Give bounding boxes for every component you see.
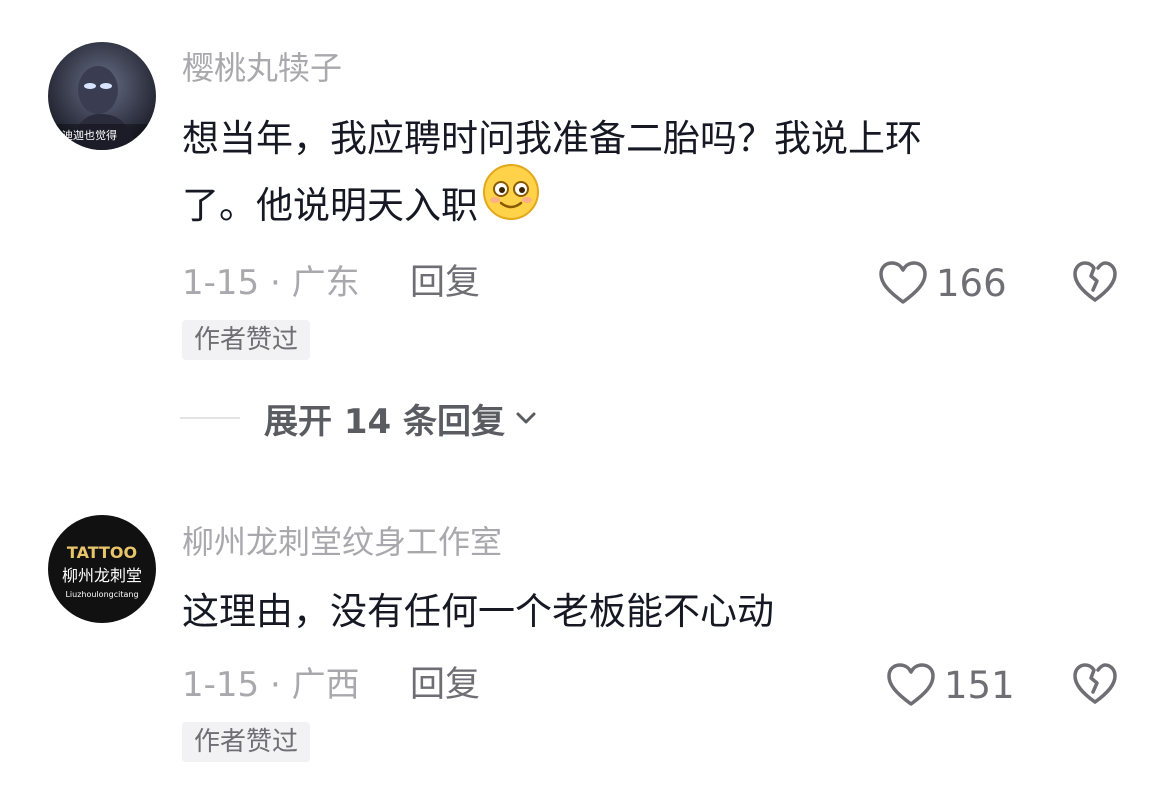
reply-button[interactable]: 回复 xyxy=(410,665,480,705)
avatar-image: 迪迦也觉得 xyxy=(48,42,156,150)
dislike-button[interactable] xyxy=(1072,260,1118,308)
comment-text-line-2: 了。他说明天入职 xyxy=(182,164,1082,242)
expand-replies-label: 展开 14 条回复 xyxy=(264,401,505,442)
comment-text: 想当年，我应聘时问我准备二胎吗？我说上环 了。他说明天入职 xyxy=(182,105,1082,242)
avatar-caption: 迪迦也觉得 xyxy=(62,129,117,142)
author-liked-badge: 作者赞过 xyxy=(182,320,311,360)
avatar-image: TATTOO 柳州龙刺堂 Liuzhoulongcitang xyxy=(48,515,156,623)
expand-replies-button[interactable]: 展开 14 条回复 xyxy=(180,396,537,442)
avatar-pinyin-text: Liuzhoulongcitang xyxy=(65,590,138,599)
heart-outline-icon xyxy=(879,261,927,304)
comment-text-line-2-text: 了。他说明天入职 xyxy=(182,184,478,227)
smiling-face-emoji-icon xyxy=(482,163,540,242)
chevron-down-icon xyxy=(516,412,536,424)
author-liked-badge: 作者赞过 xyxy=(182,722,311,762)
comment-date-location: 1-15 · 广东 xyxy=(182,263,360,303)
comment-text-line-1: 想当年，我应聘时问我准备二胎吗？我说上环 xyxy=(182,117,922,160)
broken-heart-icon xyxy=(1073,261,1117,302)
username[interactable]: 樱桃丸犊子 xyxy=(182,48,342,88)
dislike-button[interactable] xyxy=(1072,662,1118,710)
avatar[interactable]: 迪迦也觉得 xyxy=(48,42,156,150)
comment-text: 这理由，没有任何一个老板能不心动 xyxy=(182,578,1082,645)
reply-button[interactable]: 回复 xyxy=(410,263,480,303)
like-button[interactable]: 166 xyxy=(878,260,1007,306)
like-button[interactable]: 151 xyxy=(886,662,1015,708)
broken-heart-icon xyxy=(1073,663,1117,704)
username[interactable]: 柳州龙刺堂纹身工作室 xyxy=(182,522,502,562)
divider-line xyxy=(180,417,240,419)
avatar-tattoo-text: TATTOO xyxy=(67,543,137,562)
heart-outline-icon xyxy=(887,663,935,706)
comment-date-location: 1-15 · 广西 xyxy=(182,665,360,705)
avatar[interactable]: TATTOO 柳州龙刺堂 Liuzhoulongcitang xyxy=(48,515,156,623)
like-count: 151 xyxy=(944,663,1015,707)
like-count: 166 xyxy=(936,261,1007,305)
comment-text-line-1: 这理由，没有任何一个老板能不心动 xyxy=(182,590,774,633)
avatar-name-text: 柳州龙刺堂 xyxy=(62,566,142,585)
